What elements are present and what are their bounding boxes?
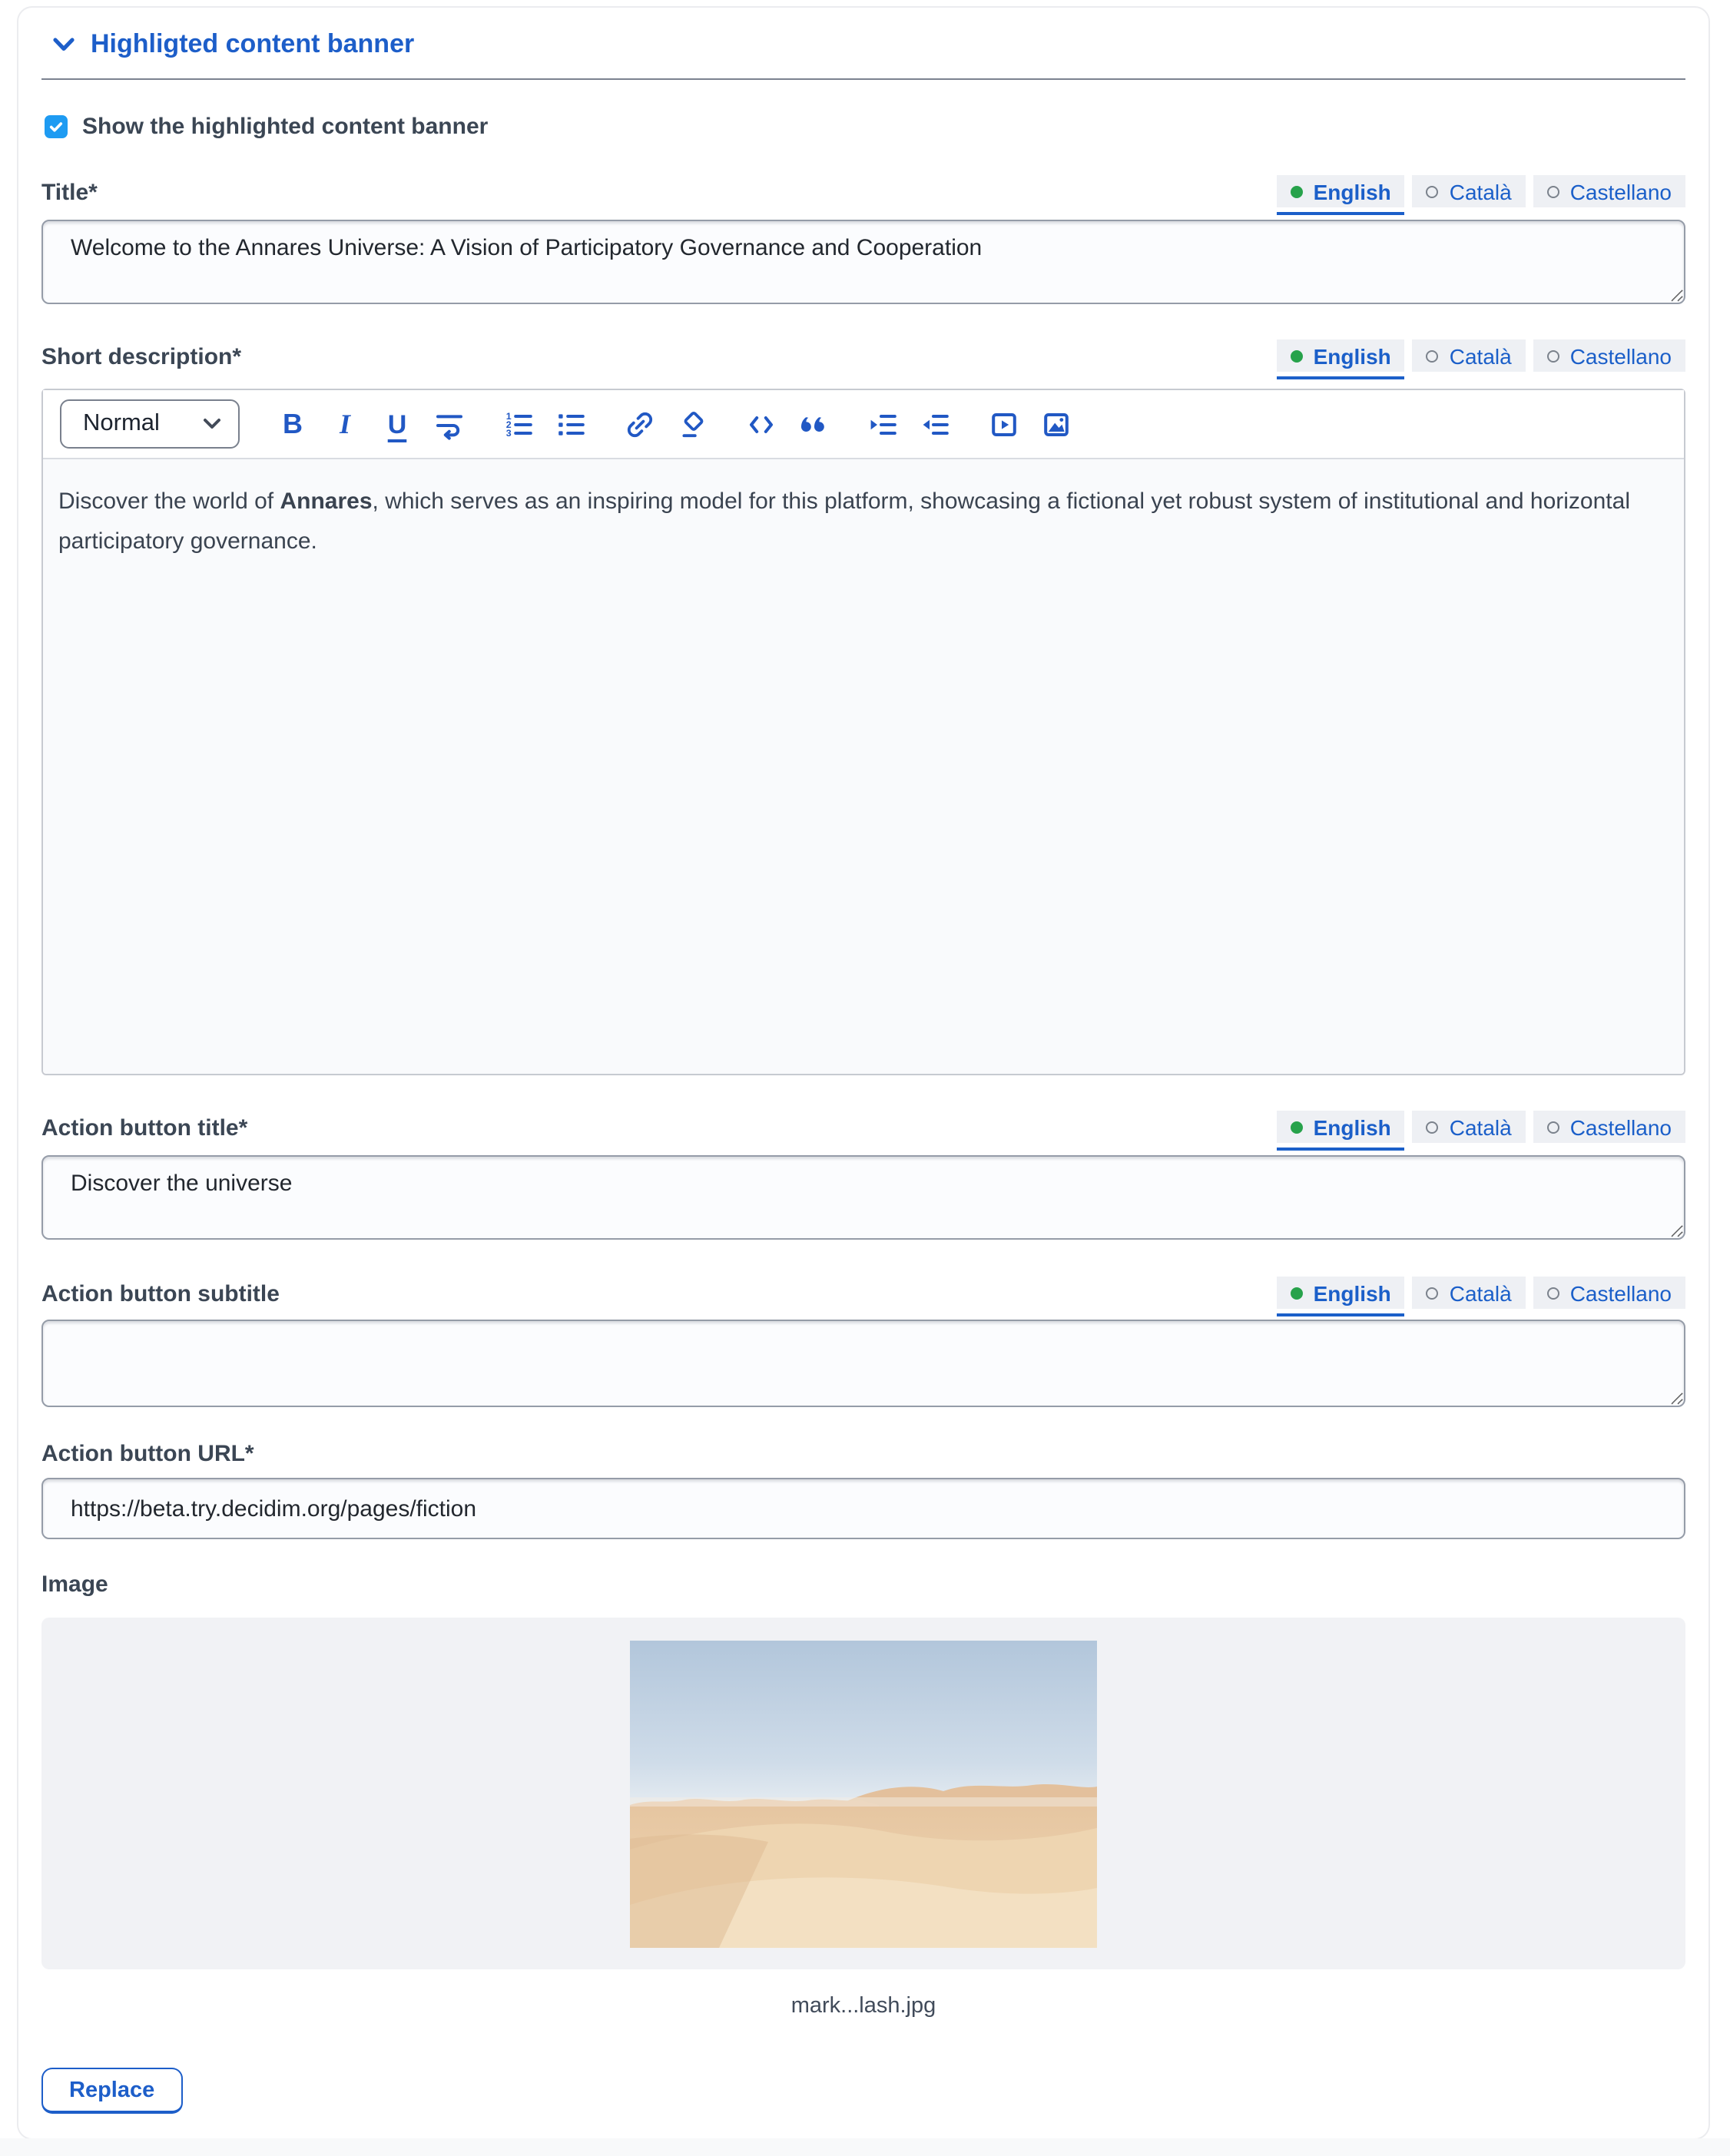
lang-tab-catala[interactable]: Català	[1413, 1277, 1526, 1309]
lang-tab-catala[interactable]: Català	[1413, 1111, 1526, 1143]
bold-icon[interactable]: B	[277, 408, 309, 440]
page: Highligted content banner Show the highl…	[0, 0, 1730, 2156]
unordered-list-icon[interactable]	[555, 408, 587, 440]
image-group: Image	[41, 1571, 1685, 2114]
show-banner-checkbox[interactable]	[45, 116, 67, 138]
show-banner-label[interactable]: Show the highlighted content banner	[82, 114, 488, 140]
active-dot-icon	[1291, 185, 1303, 197]
image-filename: mark...lash.jpg	[41, 1994, 1685, 2019]
chevron-down-icon[interactable]	[52, 37, 75, 52]
title-label: Title*	[41, 180, 98, 207]
lang-tab-english[interactable]: English	[1277, 175, 1405, 207]
lang-tab-english[interactable]: English	[1277, 1111, 1405, 1143]
action-button-subtitle-label: Action button subtitle	[41, 1281, 280, 1309]
radio-circle-icon	[1547, 349, 1559, 362]
page-bottom-strip	[0, 2138, 1730, 2156]
section-title: Highligted content banner	[91, 29, 414, 60]
radio-circle-icon	[1427, 349, 1439, 362]
title-field-group: Title* English Català Castellano Welcome…	[41, 175, 1685, 304]
bold-text: Annares	[280, 488, 372, 515]
active-dot-icon	[1291, 1121, 1303, 1133]
section-header[interactable]: Highligted content banner	[41, 8, 1685, 78]
lang-tab-catala[interactable]: Català	[1413, 339, 1526, 372]
language-tabs: English Català Castellano	[1277, 1111, 1685, 1143]
ordered-list-icon[interactable]: 123	[502, 408, 535, 440]
code-view-icon[interactable]	[745, 408, 777, 440]
lang-tab-english[interactable]: English	[1277, 339, 1405, 372]
action-button-title-label: Action button title*	[41, 1115, 247, 1143]
language-tabs: English Català Castellano	[1277, 339, 1685, 372]
indent-increase-icon[interactable]	[867, 408, 899, 440]
text-wrap-icon[interactable]	[433, 408, 466, 440]
quote-icon[interactable]	[797, 408, 830, 440]
action-button-url-label: Action button URL*	[41, 1441, 254, 1469]
radio-circle-icon	[1547, 1287, 1559, 1299]
banner-image-preview	[630, 1640, 1097, 1947]
underline-icon[interactable]: U	[381, 408, 413, 440]
short-description-group: Short description* English Català Castel…	[41, 339, 1685, 1075]
image-icon[interactable]	[1040, 408, 1072, 440]
action-button-subtitle-group: Action button subtitle English Català Ca…	[41, 1277, 1685, 1407]
radio-circle-icon	[1427, 1121, 1439, 1133]
link-icon[interactable]	[624, 408, 656, 440]
editor-toolbar: Normal B I U	[43, 390, 1684, 459]
active-dot-icon	[1291, 349, 1303, 362]
svg-text:3: 3	[506, 427, 512, 438]
chevron-down-icon	[203, 418, 221, 430]
video-embed-icon[interactable]	[988, 408, 1020, 440]
highlighted-banner-settings-card: Highligted content banner Show the highl…	[17, 6, 1710, 2140]
action-button-subtitle-textarea[interactable]	[41, 1320, 1685, 1407]
radio-circle-icon	[1547, 185, 1559, 197]
indent-decrease-icon[interactable]	[919, 408, 951, 440]
italic-icon[interactable]: I	[329, 408, 361, 440]
lang-tab-catala[interactable]: Català	[1413, 175, 1526, 207]
editor-content[interactable]: Discover the world of Annares, which ser…	[43, 459, 1684, 1074]
image-label: Image	[41, 1571, 108, 1599]
rich-text-editor: Normal B I U	[41, 389, 1685, 1075]
format-select[interactable]: Normal	[60, 399, 240, 449]
lang-tab-english[interactable]: English	[1277, 1277, 1405, 1309]
radio-circle-icon	[1547, 1121, 1559, 1133]
lang-tab-castellano[interactable]: Castellano	[1533, 1277, 1685, 1309]
lang-tab-castellano[interactable]: Castellano	[1533, 175, 1685, 207]
active-dot-icon	[1291, 1287, 1303, 1299]
title-textarea[interactable]: Welcome to the Annares Universe: A Visio…	[41, 220, 1685, 304]
action-button-url-group: Action button URL*	[41, 1441, 1685, 1539]
language-tabs: English Català Castellano	[1277, 175, 1685, 207]
lang-tab-castellano[interactable]: Castellano	[1533, 1111, 1685, 1143]
action-button-title-group: Action button title* English Català Cast…	[41, 1111, 1685, 1240]
language-tabs: English Català Castellano	[1277, 1277, 1685, 1309]
action-button-title-textarea[interactable]: Discover the universe	[41, 1155, 1685, 1240]
header-divider	[41, 78, 1685, 80]
image-preview-box	[41, 1618, 1685, 1969]
lang-tab-castellano[interactable]: Castellano	[1533, 339, 1685, 372]
action-button-url-input[interactable]	[41, 1478, 1685, 1539]
replace-button[interactable]: Replace	[41, 2068, 182, 2114]
show-banner-row: Show the highlighted content banner	[41, 114, 1685, 140]
radio-circle-icon	[1427, 185, 1439, 197]
radio-circle-icon	[1427, 1287, 1439, 1299]
eraser-icon[interactable]	[676, 408, 708, 440]
short-description-label: Short description*	[41, 344, 241, 372]
